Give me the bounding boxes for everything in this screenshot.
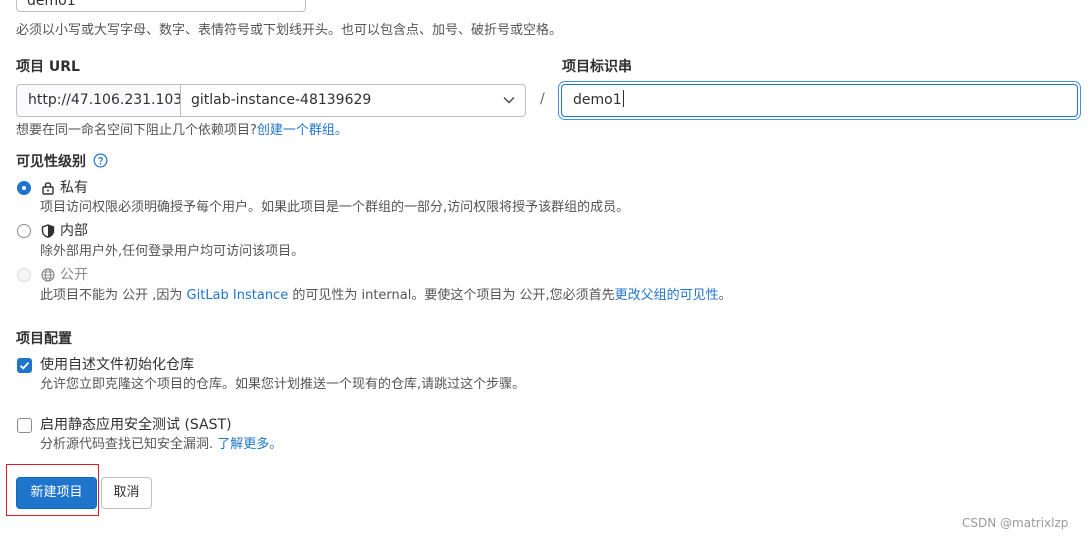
readme-description: 允许您立即克隆这个项目的仓库。如果您计划推送一个现有的仓库,请跳过这个步骤。 bbox=[40, 377, 526, 392]
create-group-link[interactable]: 创建一个群组。 bbox=[257, 123, 348, 138]
new-project-form: demo1 必须以小写或大写字母、数字、表情符号或下划线开头。也可以包含点、加号… bbox=[0, 0, 1091, 541]
visibility-private-description: 项目访问权限必须明确授予每个用户。如果此项目是一个群组的一部分,访问权限将授予该… bbox=[40, 200, 630, 215]
chevron-down-icon bbox=[503, 97, 515, 104]
public-desc-text-1: 此项目不能为 公开 ,因为 bbox=[40, 288, 187, 303]
project-name-hint: 必须以小写或大写字母、数字、表情符号或下划线开头。也可以包含点、加号、破折号或空… bbox=[16, 23, 563, 38]
create-project-button[interactable]: 新建项目 bbox=[16, 477, 97, 509]
project-slug-value: demo1 bbox=[573, 92, 622, 108]
visibility-public-description: 此项目不能为 公开 ,因为 GitLab Instance 的可见性为 inte… bbox=[40, 287, 732, 305]
project-config-label: 项目配置 bbox=[16, 331, 72, 347]
check-icon bbox=[19, 361, 30, 370]
readme-label: 使用自述文件初始化仓库 bbox=[40, 357, 194, 373]
project-name-input[interactable]: demo1 bbox=[16, 0, 306, 12]
lock-icon bbox=[42, 182, 54, 195]
readme-checkbox[interactable] bbox=[17, 358, 32, 373]
text-caret bbox=[622, 90, 624, 107]
sast-description: 分析源代码查找已知安全漏洞. 了解更多。 bbox=[40, 436, 282, 454]
visibility-internal-radio[interactable] bbox=[17, 224, 31, 238]
sast-description-text: 分析源代码查找已知安全漏洞. bbox=[40, 437, 214, 452]
group-hint: 想要在同一命名空间下阻止几个依赖项目?创建一个群组。 bbox=[16, 122, 348, 140]
earth-icon bbox=[41, 268, 55, 282]
question-circle-icon[interactable] bbox=[93, 153, 108, 168]
visibility-label: 可见性级别 bbox=[16, 153, 108, 171]
visibility-private-radio[interactable] bbox=[17, 181, 31, 195]
watermark: CSDN @matrixlzp bbox=[962, 516, 1069, 530]
group-hint-text: 想要在同一命名空间下阻止几个依赖项目? bbox=[16, 123, 257, 138]
visibility-public-radio bbox=[17, 268, 31, 282]
visibility-public-label: 公开 bbox=[60, 267, 88, 283]
url-separator: / bbox=[540, 91, 545, 107]
namespace-select[interactable]: gitlab-instance-48139629 bbox=[180, 84, 526, 117]
namespace-select-value: gitlab-instance-48139629 bbox=[191, 92, 372, 108]
sast-learn-more-link[interactable]: 了解更多。 bbox=[217, 437, 282, 452]
change-parent-visibility-link[interactable]: 更改父组的可见性 bbox=[615, 288, 719, 303]
project-slug-label: 项目标识串 bbox=[562, 59, 632, 75]
public-desc-text-3: 。 bbox=[718, 288, 732, 303]
gitlab-instance-link[interactable]: GitLab Instance bbox=[187, 288, 289, 303]
visibility-internal-label: 内部 bbox=[60, 223, 88, 239]
visibility-internal-description: 除外部用户外,任何登录用户均可访问该项目。 bbox=[40, 244, 305, 259]
cancel-button[interactable]: 取消 bbox=[101, 477, 152, 509]
project-slug-input[interactable]: demo1 bbox=[561, 84, 1078, 117]
visibility-private-label: 私有 bbox=[60, 180, 88, 196]
shield-icon bbox=[41, 224, 55, 238]
public-desc-text-2: 的可见性为 internal。要使这个项目为 公开,您必须首先 bbox=[288, 288, 615, 303]
project-url-label: 项目 URL bbox=[16, 59, 80, 75]
visibility-label-text: 可见性级别 bbox=[16, 154, 86, 170]
sast-label: 启用静态应用安全测试 (SAST) bbox=[40, 417, 232, 433]
project-url-prefix: http://47.106.231.103/ bbox=[16, 84, 187, 117]
sast-checkbox[interactable] bbox=[17, 418, 32, 433]
